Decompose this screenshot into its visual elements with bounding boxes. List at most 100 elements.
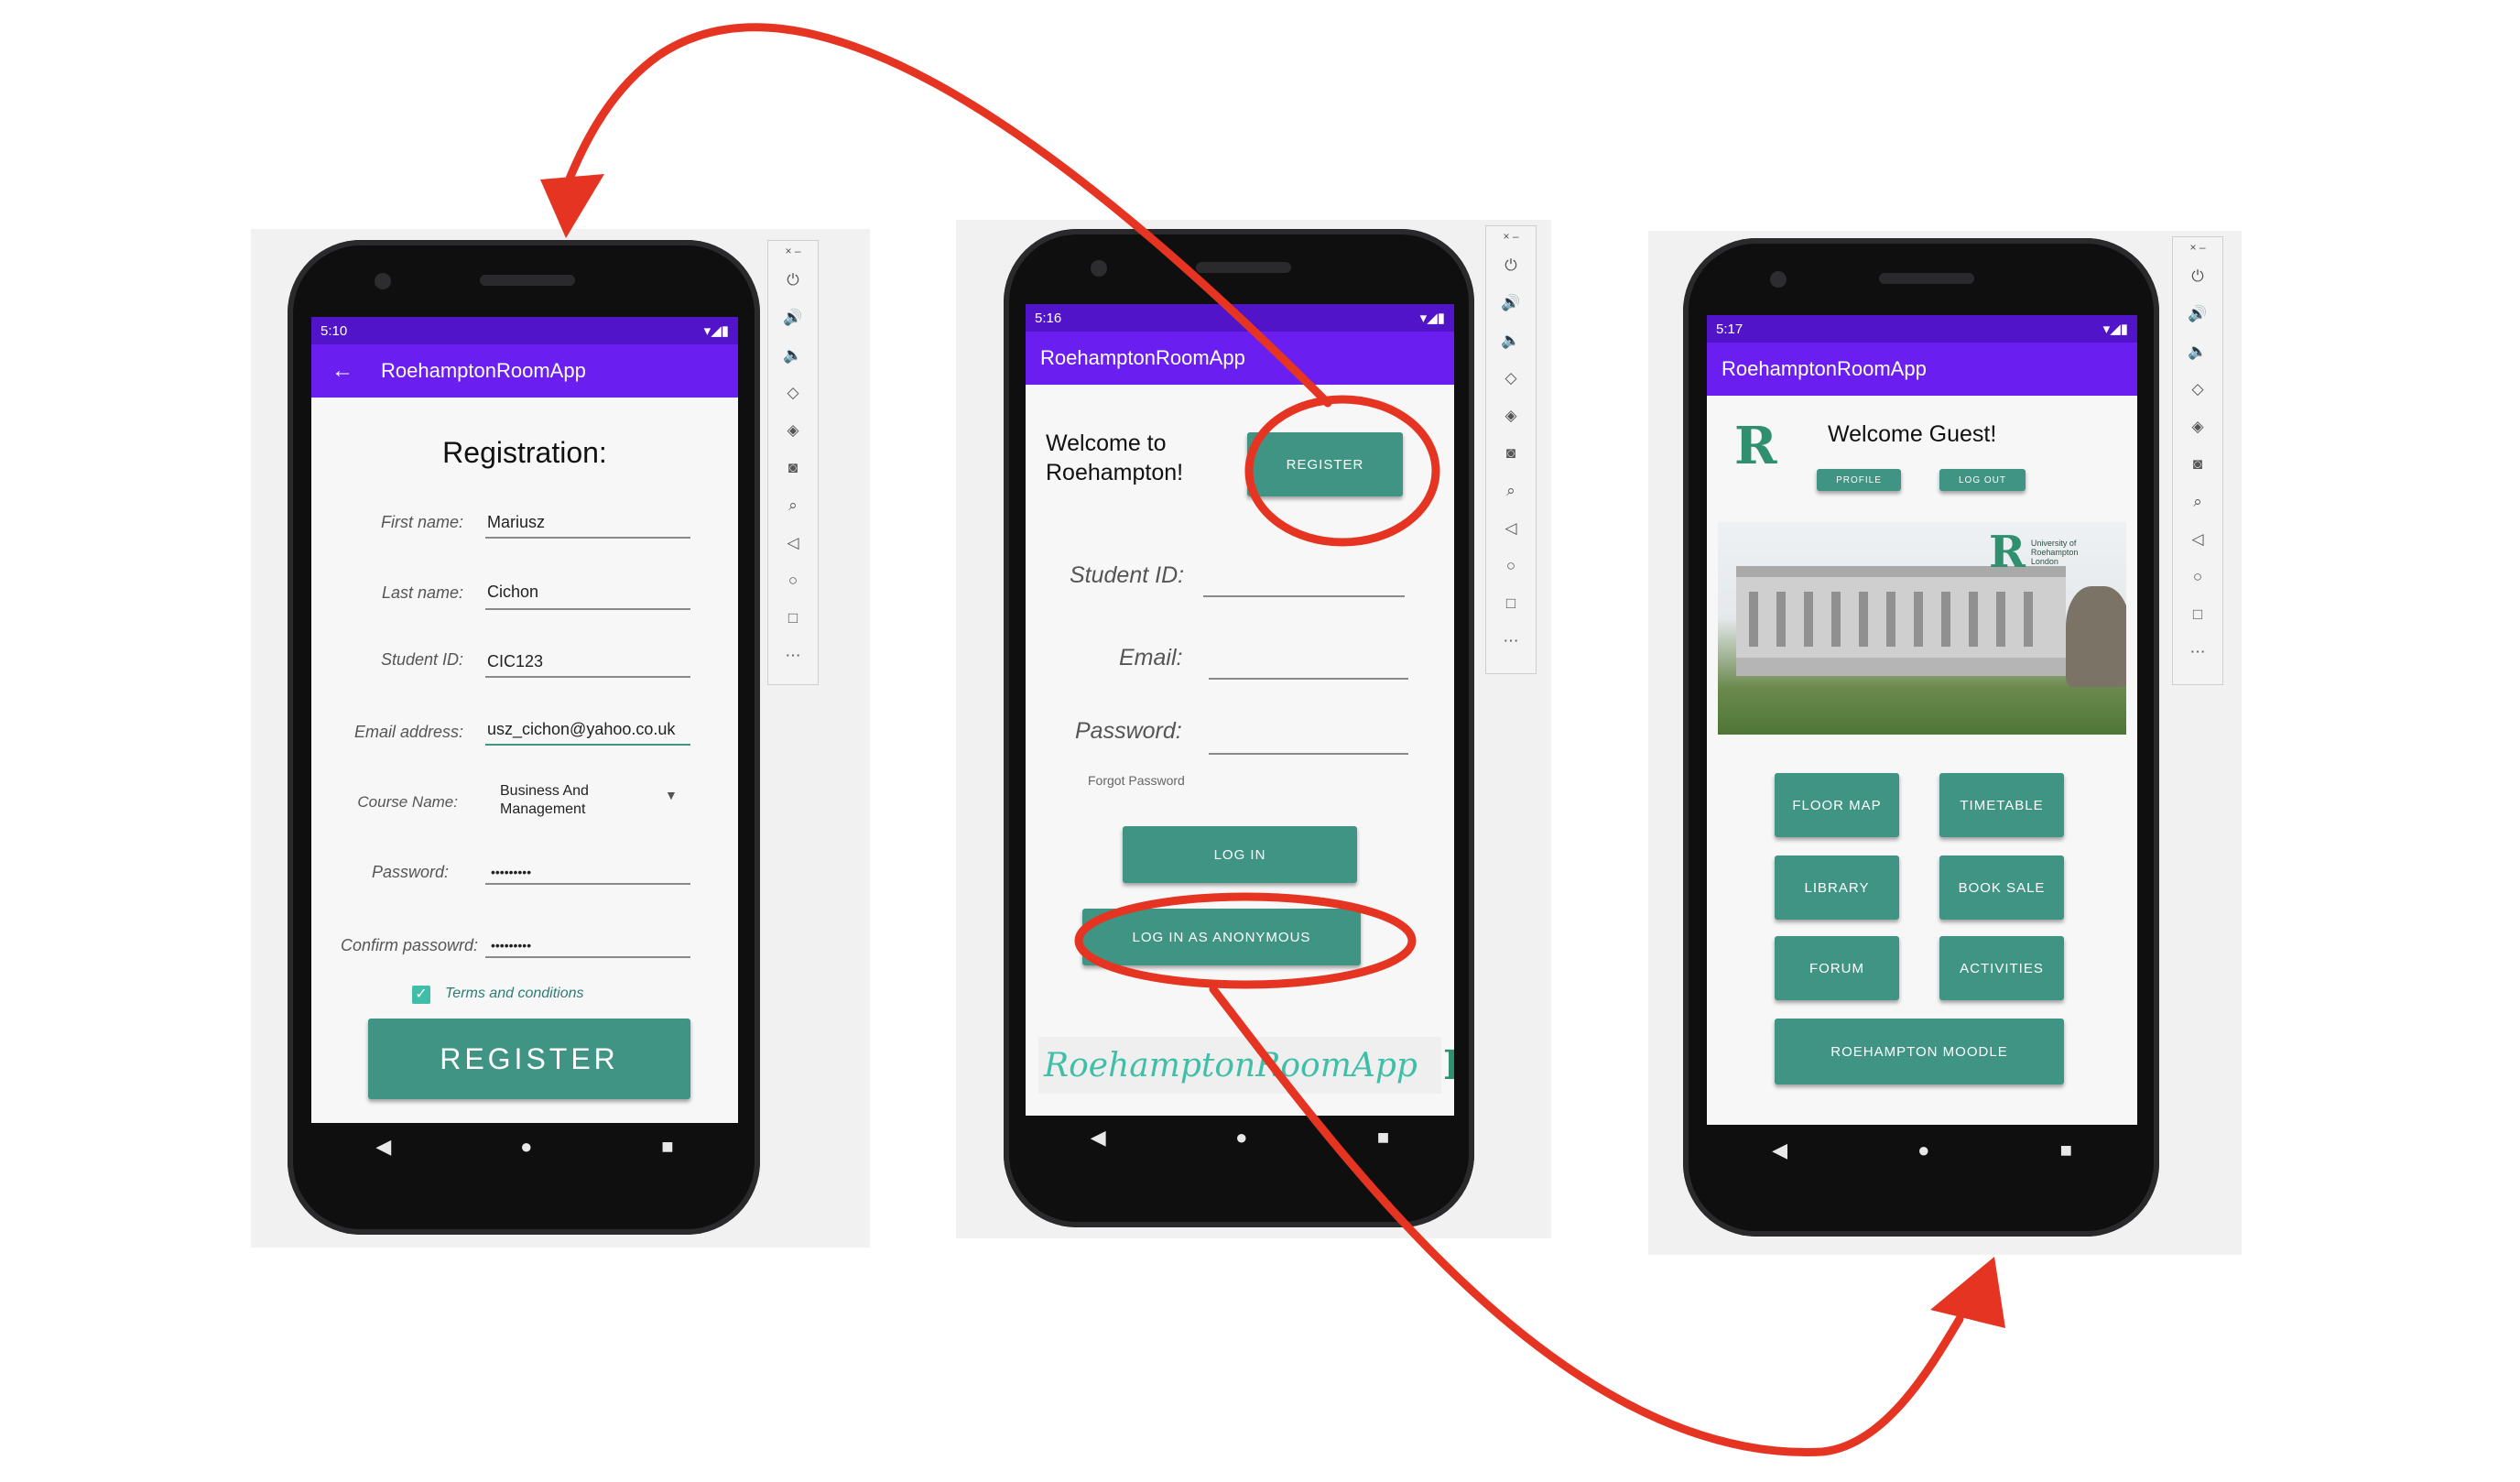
volume-down-icon[interactable]: 🔈 bbox=[2188, 332, 2207, 370]
student-id-input[interactable] bbox=[1203, 595, 1405, 597]
logout-button[interactable]: LOG OUT bbox=[1939, 469, 2026, 491]
register-button[interactable]: REGISTER bbox=[1247, 432, 1403, 496]
footer-brand-text: RoehamptonRoomApp bbox=[1044, 1046, 1418, 1084]
nav-recents-icon[interactable]: ■ bbox=[2060, 1139, 2072, 1162]
power-icon[interactable]: ⏻ bbox=[1504, 246, 1516, 284]
back-icon[interactable]: ◁ bbox=[2191, 520, 2203, 558]
welcome-text: Welcome Guest! bbox=[1828, 421, 1997, 447]
back-icon[interactable]: ◁ bbox=[1504, 509, 1516, 547]
profile-button[interactable]: PROFILE bbox=[1817, 469, 1901, 491]
student-id-label: Student ID: bbox=[1070, 562, 1185, 588]
zoom-icon[interactable]: ⌕ bbox=[788, 486, 798, 524]
library-button[interactable]: LIBRARY bbox=[1775, 855, 1899, 920]
student-id-field[interactable]: CIC123 bbox=[487, 652, 543, 671]
rotate-left-icon[interactable]: ◇ bbox=[2191, 370, 2203, 408]
close-minimize-icon[interactable]: × – bbox=[2189, 237, 2205, 257]
forgot-password-link[interactable]: Forgot Password bbox=[1088, 773, 1185, 788]
forum-button[interactable]: FORUM bbox=[1775, 936, 1899, 1000]
home-nav-bar: ◀ ● ■ bbox=[1707, 1130, 2137, 1171]
status-time: 5:10 bbox=[320, 322, 348, 339]
more-icon[interactable]: ⋯ bbox=[1504, 622, 1519, 659]
university-logo-text: University of Roehampton London bbox=[2030, 539, 2079, 566]
password-label: Password: bbox=[371, 863, 449, 881]
home-icon[interactable]: ○ bbox=[788, 561, 798, 599]
terms-label[interactable]: Terms and conditions bbox=[445, 986, 584, 1002]
nav-home-icon[interactable]: ● bbox=[1917, 1139, 1929, 1162]
front-camera bbox=[1770, 271, 1787, 288]
overview-icon[interactable]: □ bbox=[788, 599, 798, 637]
more-icon[interactable]: ⋯ bbox=[2190, 633, 2206, 670]
zoom-icon[interactable]: ⌕ bbox=[1506, 472, 1515, 509]
screenshot-icon[interactable]: ◙ bbox=[1506, 434, 1515, 472]
first-name-field[interactable]: Mariusz bbox=[487, 513, 545, 532]
status-time: 5:16 bbox=[1035, 310, 1062, 326]
overview-icon[interactable]: □ bbox=[2193, 595, 2202, 633]
status-time: 5:17 bbox=[1716, 321, 1743, 337]
rotate-right-icon[interactable]: ◈ bbox=[1504, 397, 1516, 434]
roehampton-logo-icon: R bbox=[1443, 1042, 1454, 1089]
nav-back-icon[interactable]: ◀ bbox=[1772, 1139, 1787, 1162]
password-underline bbox=[485, 883, 690, 885]
arrow-head-home-icon bbox=[1930, 1257, 2005, 1328]
app-title: RoehamptonRoomApp bbox=[1040, 346, 1245, 369]
home-icon[interactable]: ○ bbox=[1506, 547, 1515, 584]
front-camera bbox=[1091, 260, 1107, 277]
more-icon[interactable]: ⋯ bbox=[786, 637, 801, 674]
app-title: RoehamptonRoomApp bbox=[381, 359, 586, 382]
nav-home-icon[interactable]: ● bbox=[1235, 1126, 1247, 1150]
first-name-label: First name: bbox=[380, 513, 463, 531]
volume-down-icon[interactable]: 🔈 bbox=[783, 336, 802, 374]
timetable-button[interactable]: TIMETABLE bbox=[1939, 773, 2064, 837]
screenshot-icon[interactable]: ◙ bbox=[2193, 445, 2202, 483]
volume-up-icon[interactable]: 🔊 bbox=[783, 299, 802, 336]
nav-back-icon[interactable]: ◀ bbox=[1091, 1126, 1106, 1150]
nav-home-icon[interactable]: ● bbox=[520, 1135, 532, 1159]
power-icon[interactable]: ⏻ bbox=[2191, 257, 2203, 295]
volume-up-icon[interactable]: 🔊 bbox=[1501, 284, 1520, 321]
course-name-select[interactable]: Business And Management bbox=[500, 782, 589, 819]
rotate-left-icon[interactable]: ◇ bbox=[1504, 359, 1516, 397]
nav-recents-icon[interactable]: ■ bbox=[1377, 1126, 1389, 1150]
login-emulator-toolbar: × – ⏻ 🔊 🔈 ◇ ◈ ◙ ⌕ ◁ ○ □ ⋯ bbox=[1485, 225, 1537, 674]
confirm-password-field[interactable]: ••••••••• bbox=[491, 938, 531, 953]
footer-brand: RoehamptonRoomApp R bbox=[1038, 1037, 1454, 1094]
rotate-left-icon[interactable]: ◇ bbox=[787, 374, 798, 411]
front-camera bbox=[375, 273, 391, 289]
student-id-underline bbox=[485, 676, 690, 678]
password-input[interactable] bbox=[1209, 753, 1408, 755]
overview-icon[interactable]: □ bbox=[1506, 584, 1515, 622]
password-field[interactable]: ••••••••• bbox=[491, 865, 531, 879]
login-button[interactable]: LOG IN bbox=[1123, 826, 1357, 883]
login-anonymous-button[interactable]: LOG IN AS ANONYMOUS bbox=[1082, 909, 1361, 965]
activities-button[interactable]: ACTIVITIES bbox=[1939, 936, 2064, 1000]
volume-down-icon[interactable]: 🔈 bbox=[1501, 321, 1520, 359]
terms-checkbox[interactable]: ✓ bbox=[412, 986, 430, 1004]
nav-back-icon[interactable]: ◀ bbox=[375, 1135, 391, 1159]
home-icon[interactable]: ○ bbox=[2193, 558, 2202, 595]
rotate-right-icon[interactable]: ◈ bbox=[2191, 408, 2203, 445]
floor-map-button[interactable]: FLOOR MAP bbox=[1775, 773, 1899, 837]
back-arrow-icon[interactable]: ← bbox=[331, 358, 353, 384]
power-icon[interactable]: ⏻ bbox=[787, 261, 798, 299]
last-name-field[interactable]: Cichon bbox=[487, 583, 538, 602]
roehampton-moodle-button[interactable]: ROEHAMPTON MOODLE bbox=[1775, 1019, 2064, 1084]
login-nav-bar: ◀ ● ■ bbox=[1026, 1117, 1454, 1158]
close-minimize-icon[interactable]: × – bbox=[1503, 226, 1518, 246]
volume-up-icon[interactable]: 🔊 bbox=[2188, 295, 2207, 332]
back-icon[interactable]: ◁ bbox=[787, 524, 798, 561]
screenshot-icon[interactable]: ◙ bbox=[788, 449, 798, 486]
campus-photo: R University of Roehampton London bbox=[1718, 522, 2126, 735]
email-field[interactable]: usz_cichon@yahoo.co.uk bbox=[487, 720, 675, 739]
confirm-password-underline bbox=[485, 956, 690, 958]
confirm-password-label: Confirm passowrd: bbox=[340, 936, 478, 954]
register-button[interactable]: REGISTER bbox=[368, 1019, 690, 1099]
email-input[interactable] bbox=[1209, 678, 1408, 680]
dropdown-caret-icon[interactable]: ▼ bbox=[665, 788, 678, 802]
status-bar: 5:17 ▾◢▮ bbox=[1707, 315, 2137, 343]
first-name-underline bbox=[485, 537, 690, 539]
nav-recents-icon[interactable]: ■ bbox=[661, 1135, 673, 1159]
rotate-right-icon[interactable]: ◈ bbox=[787, 411, 798, 449]
zoom-icon[interactable]: ⌕ bbox=[2193, 483, 2202, 520]
book-sale-button[interactable]: BOOK SALE bbox=[1939, 855, 2064, 920]
close-minimize-icon[interactable]: × – bbox=[785, 241, 800, 261]
